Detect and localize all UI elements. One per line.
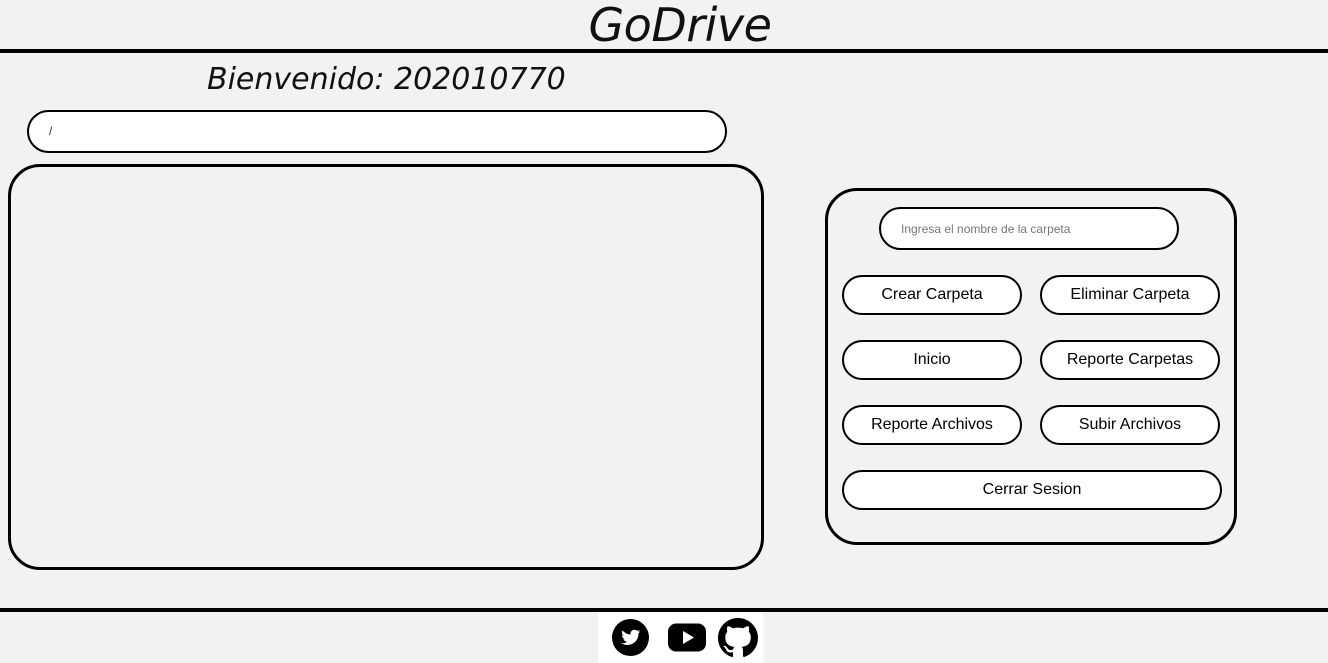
github-icon[interactable] xyxy=(718,618,758,658)
create-folder-button[interactable]: Crear Carpeta xyxy=(842,275,1022,315)
header-divider xyxy=(0,49,1328,53)
home-button[interactable]: Inicio xyxy=(842,340,1022,380)
logout-button[interactable]: Cerrar Sesion xyxy=(842,470,1222,510)
folder-name-input[interactable] xyxy=(879,207,1179,250)
twitter-icon[interactable] xyxy=(612,619,649,656)
upload-files-button[interactable]: Subir Archivos xyxy=(1040,405,1220,445)
youtube-icon[interactable] xyxy=(668,623,706,652)
current-path-text: / xyxy=(49,124,53,138)
folders-report-button[interactable]: Reporte Carpetas xyxy=(1040,340,1220,380)
files-report-button[interactable]: Reporte Archivos xyxy=(842,405,1022,445)
social-links xyxy=(598,612,763,663)
welcome-message: Bienvenido: 202010770 xyxy=(207,62,566,97)
app-title: GoDrive xyxy=(588,0,772,52)
delete-folder-button[interactable]: Eliminar Carpeta xyxy=(1040,275,1220,315)
file-browser-area[interactable] xyxy=(8,164,764,570)
current-path-bar: / xyxy=(27,110,727,153)
